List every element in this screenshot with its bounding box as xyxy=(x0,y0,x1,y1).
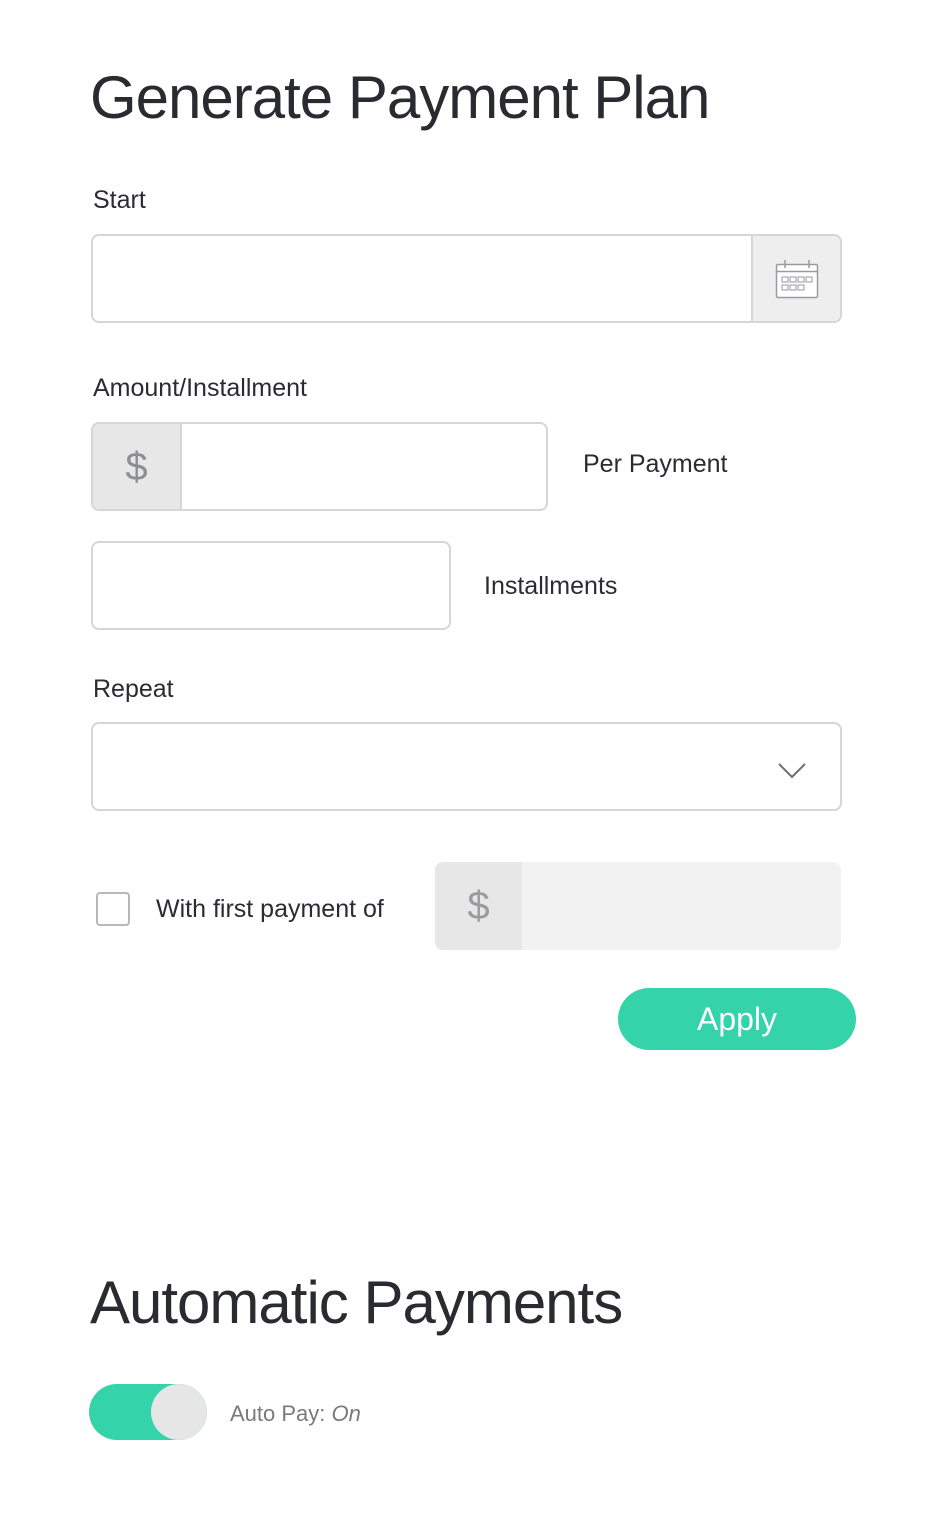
amount-field: $ xyxy=(91,422,548,511)
start-date-field xyxy=(91,234,842,323)
autopay-label: Auto Pay: xyxy=(230,1401,326,1426)
amount-input[interactable] xyxy=(182,424,546,509)
apply-button[interactable]: Apply xyxy=(618,988,856,1050)
first-payment-currency-addon: $ xyxy=(435,862,522,950)
installments-label: Installments xyxy=(484,572,618,600)
autopay-state: On xyxy=(331,1401,361,1426)
amount-installment-label: Amount/Installment xyxy=(93,374,307,402)
toggle-knob xyxy=(151,1384,207,1440)
currency-addon: $ xyxy=(93,424,182,509)
dollar-sign: $ xyxy=(125,444,148,489)
dollar-sign: $ xyxy=(467,884,490,928)
chevron-down-icon xyxy=(778,763,806,779)
first-payment-field: $ xyxy=(435,862,841,950)
start-label: Start xyxy=(93,186,146,214)
installments-input[interactable] xyxy=(93,543,449,628)
installments-field xyxy=(91,541,451,630)
autopay-toggle[interactable] xyxy=(89,1384,207,1440)
page-title: Generate Payment Plan xyxy=(90,64,710,131)
calendar-icon xyxy=(775,259,818,298)
calendar-button[interactable] xyxy=(751,236,840,321)
first-payment-checkbox[interactable] xyxy=(96,892,130,926)
automatic-payments-title: Automatic Payments xyxy=(90,1269,623,1336)
repeat-select[interactable] xyxy=(91,722,842,811)
first-payment-input[interactable] xyxy=(522,862,841,950)
autopay-status: Auto Pay: On xyxy=(230,1403,361,1425)
per-payment-label: Per Payment xyxy=(583,450,728,478)
start-date-input[interactable] xyxy=(93,236,840,321)
first-payment-label: With first payment of xyxy=(156,895,384,923)
repeat-label: Repeat xyxy=(93,675,174,703)
